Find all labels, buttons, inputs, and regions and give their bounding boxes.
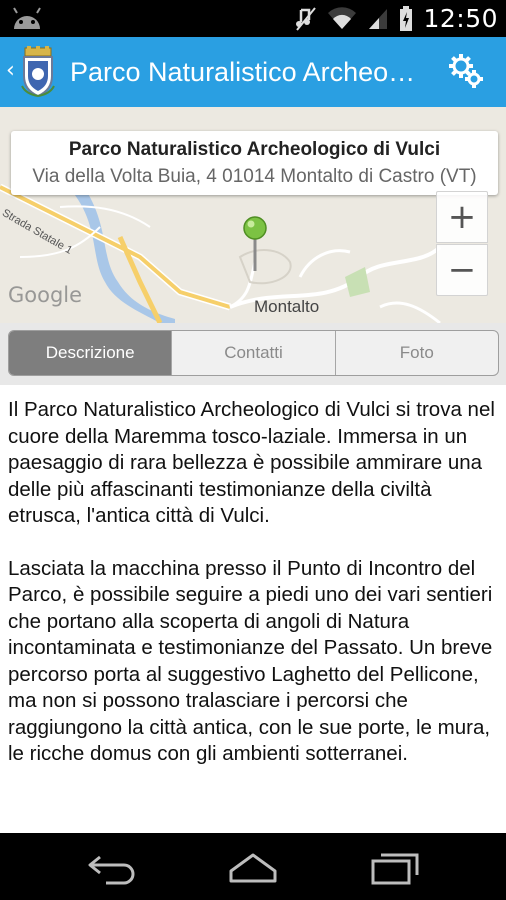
status-time: 12:50: [423, 4, 498, 33]
home-icon[interactable]: [227, 849, 279, 885]
description-paragraph: Lasciata la macchina presso il Punto di …: [8, 556, 493, 766]
android-icon: [13, 7, 41, 29]
info-window-address: Via della Volta Buia, 4 01014 Montalto d…: [32, 166, 477, 187]
tabs-bar: Descrizione Contatti Foto: [0, 323, 506, 385]
mute-icon: [296, 6, 317, 31]
tab-descrizione[interactable]: Descrizione: [9, 331, 172, 375]
battery-icon: [400, 5, 413, 31]
zoom-out-button[interactable]: −: [436, 244, 488, 296]
recent-apps-icon[interactable]: [369, 849, 421, 885]
place-label: Montalto: [254, 297, 320, 316]
page-title: Parco Naturalistico Archeologico di Vulc…: [70, 57, 416, 87]
zoom-in-button[interactable]: +: [436, 191, 488, 243]
municipal-crest-icon[interactable]: [18, 46, 58, 98]
google-logo: Google: [8, 283, 83, 307]
settings-gears-icon[interactable]: [446, 51, 486, 91]
tab-foto[interactable]: Foto: [334, 331, 498, 375]
up-caret-icon[interactable]: ‹: [6, 59, 15, 83]
action-bar: ‹ Parco Naturalistico Archeologico di Vu…: [0, 37, 506, 107]
info-window-title: Parco Naturalistico Archeologico di Vulc…: [68, 139, 441, 160]
map-pin-icon[interactable]: [240, 215, 270, 273]
segmented-control: Descrizione Contatti Foto: [8, 330, 499, 376]
back-icon[interactable]: [86, 849, 138, 885]
description-paragraph: Il Parco Naturalistico Archeologico di V…: [8, 398, 495, 527]
map-info-window[interactable]: Parco Naturalistico Archeologico di Vulc…: [11, 131, 498, 195]
map-view[interactable]: Strada Statale 1 Montalto Google Parco N…: [0, 107, 506, 323]
description-content[interactable]: Il Parco Naturalistico Archeologico di V…: [0, 385, 506, 833]
status-bar: 12:50: [0, 0, 506, 37]
navigation-bar: [0, 833, 506, 900]
tab-contatti[interactable]: Contatti: [171, 331, 334, 375]
signal-icon: [369, 8, 388, 29]
wifi-icon: [328, 6, 357, 29]
